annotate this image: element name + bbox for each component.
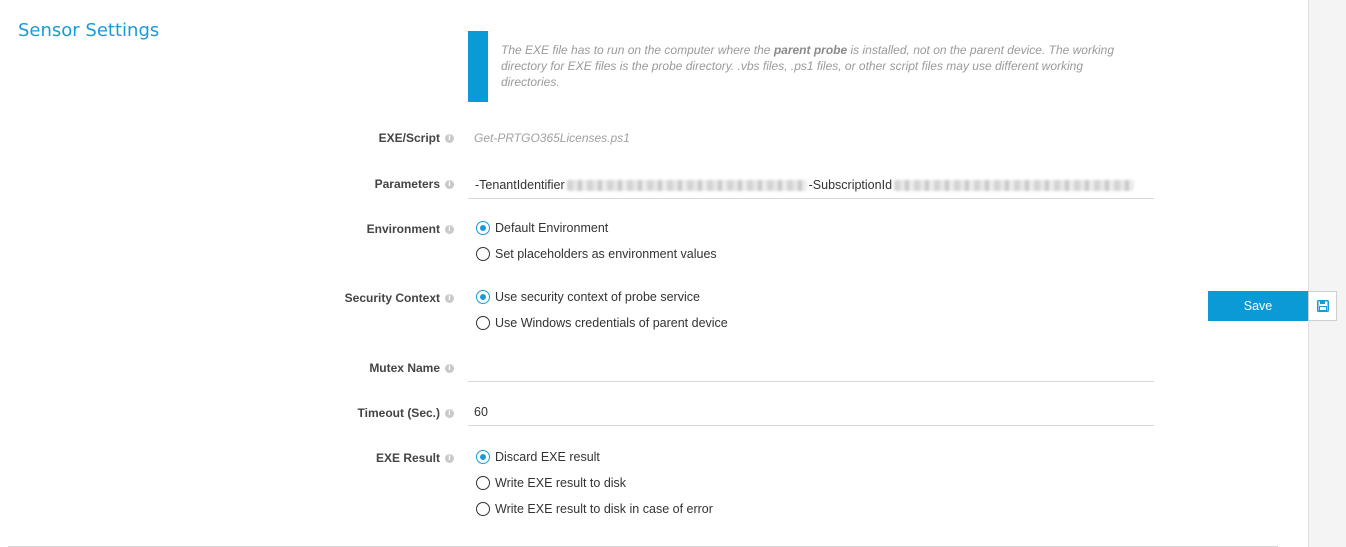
security-context-radio-group: Use security context of probe service Us… [476, 284, 728, 336]
info-icon[interactable]: i [445, 453, 454, 463]
exe-script-label: EXE/Script i [379, 131, 454, 145]
timeout-input[interactable] [468, 398, 1154, 426]
mutex-name-input[interactable] [468, 354, 1154, 382]
parameters-input[interactable]: -TenantIdentifier -SubscriptionId [468, 172, 1154, 199]
right-gutter [1308, 0, 1346, 547]
exe-script-value: Get-PRTGO365Licenses.ps1 [474, 131, 630, 145]
info-icon[interactable]: i [445, 224, 454, 234]
parameters-label: Parameters i [375, 177, 454, 191]
floppy-disk-svg [1316, 300, 1329, 312]
radio-unchecked-icon[interactable] [476, 502, 490, 516]
environment-option-placeholders[interactable]: Set placeholders as environment values [476, 241, 717, 267]
radio-unchecked-icon[interactable] [476, 247, 490, 261]
note-accent-bar [468, 31, 488, 102]
security-context-label: Security Context i [345, 291, 454, 305]
security-option-windows-credentials[interactable]: Use Windows credentials of parent device [476, 310, 728, 336]
radio-checked-icon[interactable] [476, 290, 490, 304]
redacted-subscription-id [894, 179, 1135, 191]
radio-checked-icon[interactable] [476, 450, 490, 464]
info-note: The EXE file has to run on the computer … [468, 31, 1148, 102]
info-icon[interactable]: i [445, 179, 454, 189]
environment-radio-group: Default Environment Set placeholders as … [476, 215, 717, 267]
security-option-probe-service[interactable]: Use security context of probe service [476, 284, 728, 310]
radio-unchecked-icon[interactable] [476, 476, 490, 490]
note-text: The EXE file has to run on the computer … [501, 43, 1114, 89]
exe-result-label: EXE Result i [376, 451, 454, 465]
exe-result-option-write-on-error[interactable]: Write EXE result to disk in case of erro… [476, 496, 713, 522]
info-icon[interactable]: i [445, 363, 454, 373]
environment-label: Environment i [367, 222, 454, 236]
info-icon[interactable]: i [445, 408, 454, 418]
info-icon[interactable]: i [445, 133, 454, 143]
radio-checked-icon[interactable] [476, 221, 490, 235]
save-button[interactable]: Save [1208, 291, 1308, 321]
exe-result-radio-group: Discard EXE result Write EXE result to d… [476, 444, 713, 522]
timeout-label: Timeout (Sec.) i [358, 406, 454, 420]
radio-unchecked-icon[interactable] [476, 316, 490, 330]
section-title: Sensor Settings [18, 20, 160, 41]
floppy-disk-icon[interactable] [1308, 291, 1337, 321]
environment-option-default[interactable]: Default Environment [476, 215, 717, 241]
exe-result-option-write[interactable]: Write EXE result to disk [476, 470, 713, 496]
mutex-name-label: Mutex Name i [369, 361, 454, 375]
exe-result-option-discard[interactable]: Discard EXE result [476, 444, 713, 470]
redacted-tenant-id [566, 179, 807, 191]
info-icon[interactable]: i [445, 293, 454, 303]
